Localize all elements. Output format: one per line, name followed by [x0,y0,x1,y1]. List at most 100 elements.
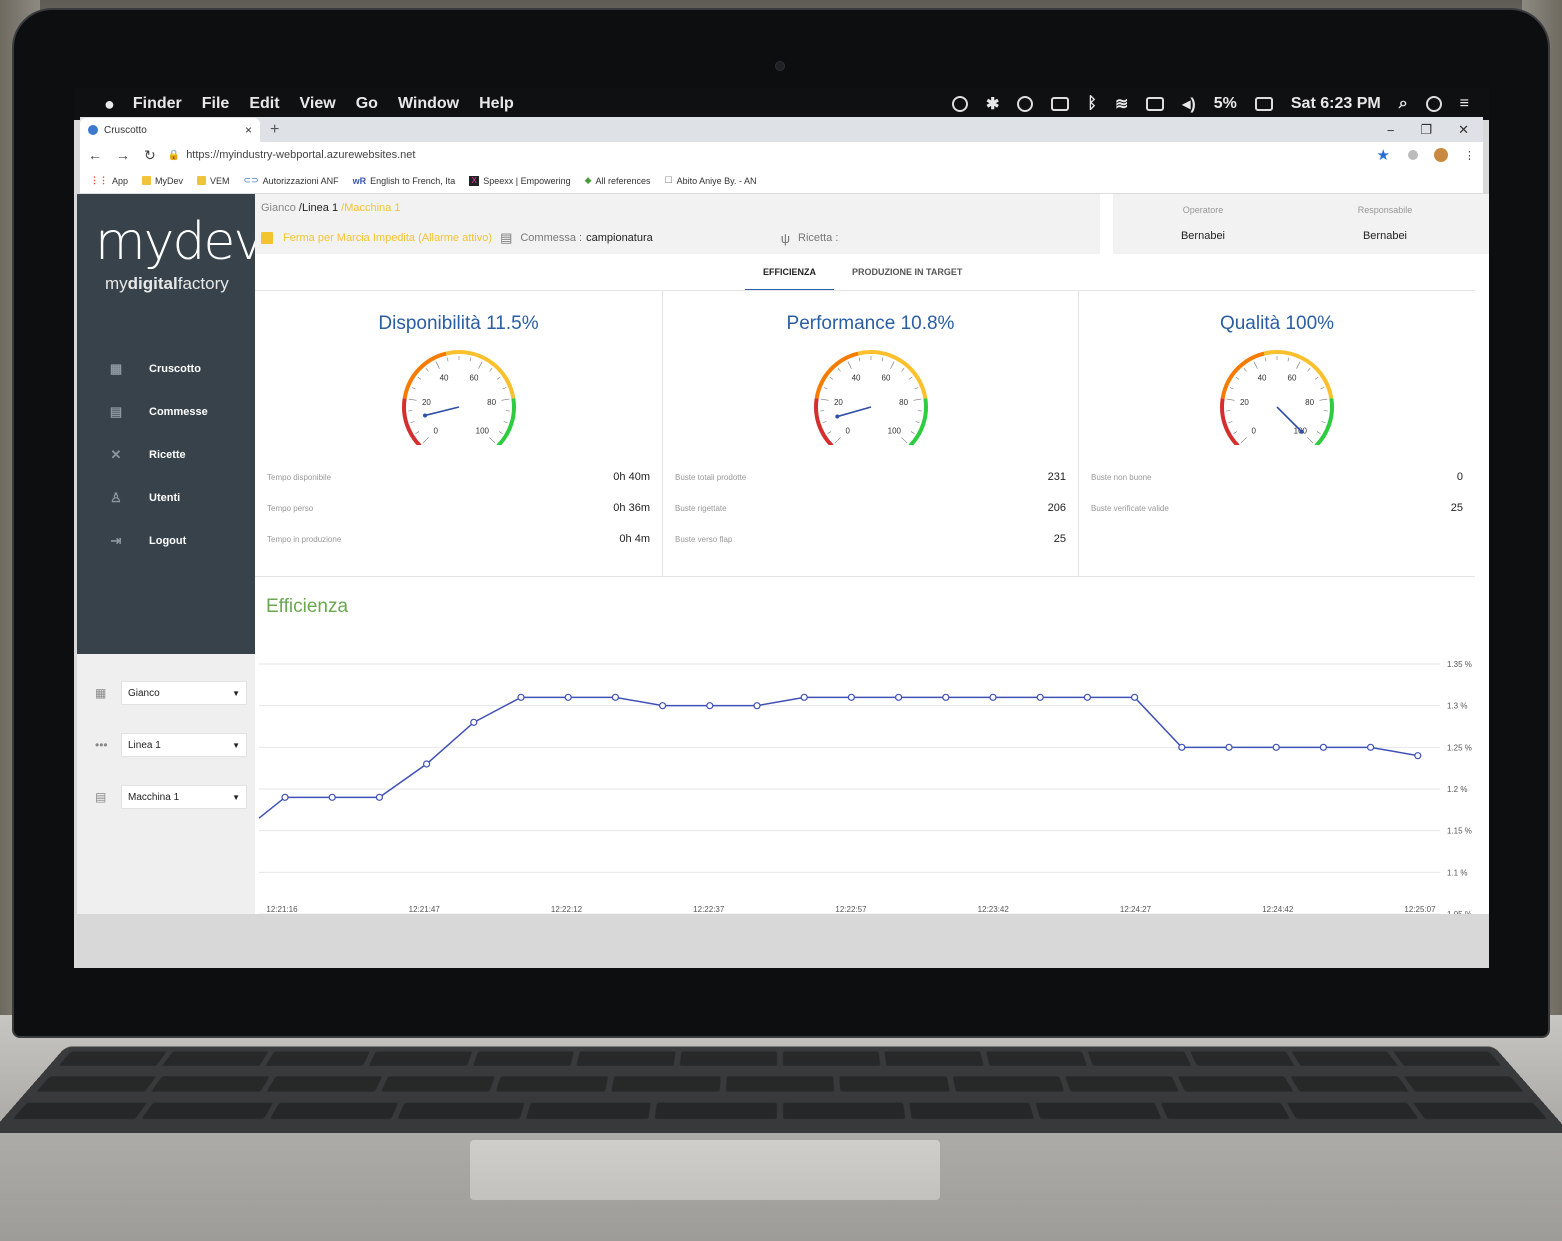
data-point[interactable] [894,693,903,701]
data-point[interactable] [942,693,950,701]
data-point[interactable] [800,693,808,701]
creative-cloud-icon[interactable] [1017,96,1034,112]
maximize-button[interactable]: ❐ [1420,122,1432,138]
logo[interactable]: mydev mydigitalfactory [95,216,264,294]
crumb-line[interactable]: /Linea 1 [299,202,338,214]
volume-icon[interactable]: ◂) [1182,94,1195,114]
bookmark-mydev[interactable]: MyDev [142,176,183,186]
minimize-button[interactable]: − [1387,123,1395,138]
sidebar-item-commesse[interactable]: ▤ Commesse [109,405,208,419]
data-point[interactable] [517,693,525,701]
data-point[interactable] [564,693,572,701]
drive-icon[interactable] [1051,97,1070,111]
machine-icon: ▤ [95,790,107,804]
wifi-icon[interactable]: ≋ [1115,94,1128,114]
data-point[interactable] [847,693,856,701]
siri-icon[interactable] [1425,96,1442,112]
airplay-icon[interactable] [1146,97,1165,111]
data-point[interactable] [706,702,714,710]
bluetooth-icon[interactable]: ᛒ [1087,95,1097,113]
select-line[interactable]: Linea 1 ▼ [121,733,247,757]
data-point[interactable] [611,693,619,701]
bookmark-references[interactable]: ◆ All references [585,175,651,186]
tab-close-icon[interactable]: × [245,123,252,137]
data-point[interactable] [753,702,761,710]
menu-go[interactable]: Go [356,95,378,113]
data-point[interactable] [375,793,384,801]
sidebar-item-utenti[interactable]: ♙ Utenti [109,491,180,505]
sidebar-item-cruscotto[interactable]: ▦ Cruscotto [109,362,201,376]
apple-icon[interactable]: ● [104,94,115,115]
gauge-arc-green [908,398,928,445]
menu-edit[interactable]: Edit [249,95,279,113]
menu-file[interactable]: File [202,95,230,113]
dropbox-icon[interactable]: ✱ [986,94,999,114]
menu-view[interactable]: View [300,95,336,113]
data-point[interactable] [1272,743,1280,751]
gauge-tick [1296,361,1301,369]
select-plant[interactable]: Gianco ▼ [121,681,247,705]
bookmark-anf[interactable]: ⊂⊃ Autorizzazioni ANF [244,175,339,186]
browser-tabbar: Cruscotto × + − ❐ ✕ [80,117,1483,142]
data-point[interactable] [1178,743,1186,751]
chevron-down-icon: ▼ [232,688,240,698]
select-machine[interactable]: Macchina 1 ▼ [121,785,247,809]
data-point[interactable] [1414,752,1422,760]
menu-help[interactable]: Help [479,95,514,113]
bookmark-star-icon[interactable]: ★ [1377,146,1390,164]
menu-finder[interactable]: Finder [133,95,182,113]
data-point[interactable] [1083,693,1092,701]
bookmark-abito[interactable]: ☐ Abito Aniye By. - AN [665,175,757,186]
kpi-row: Buste non buone 0 [1091,471,1463,483]
data-point[interactable] [659,702,667,710]
url-field[interactable]: 🔒 https://myindustry-webportal.azurewebs… [168,145,1377,165]
data-point[interactable] [423,760,431,768]
crumb-plant[interactable]: Gianco [261,202,296,214]
clock[interactable]: Sat 6:23 PM [1291,95,1381,113]
close-window-button[interactable]: ✕ [1458,122,1469,138]
data-point[interactable] [328,793,336,801]
sidebar-item-logout[interactable]: ⇥ Logout [109,534,187,548]
bookmark-vem[interactable]: VEM [197,176,230,186]
crumb-machine[interactable]: /Macchina 1 [341,202,400,214]
tab-produzione[interactable]: PRODUZIONE IN TARGET [834,262,980,291]
bookmark-app[interactable]: ⋮⋮ App [90,175,128,186]
gauge-tick [469,357,472,362]
extension-icon[interactable] [1408,150,1418,160]
menu-kebab-icon[interactable]: ⋮ [1464,149,1475,162]
sidebar-item-ricette[interactable]: ✕ Ricette [109,448,186,462]
gauge-tick-label: 40 [440,374,449,383]
data-point[interactable] [1225,743,1233,751]
gauge-tick [502,387,507,390]
menu-window[interactable]: Window [398,95,459,113]
gauge-arc-red [814,398,834,445]
gauge-tick [489,368,493,372]
data-point[interactable] [1036,693,1044,701]
new-tab-button[interactable]: + [260,118,289,142]
browser-tab[interactable]: Cruscotto × [80,118,260,142]
kpi-performance: Performance 10.8% 0 20 40 60 80 100 Buste tot… [663,291,1079,576]
bookmark-wordreference[interactable]: wR English to French, Ita [353,176,456,186]
gauge-tick [858,357,861,362]
gauge-needle [424,406,460,417]
notification-icon[interactable]: ≡ [1460,95,1469,113]
data-point[interactable] [1130,693,1139,701]
profile-avatar[interactable] [1434,148,1448,162]
y-tick-label: 1.3 % [1447,702,1467,711]
back-icon[interactable]: ← [88,147,102,164]
status-circle-icon[interactable] [951,96,968,112]
data-point[interactable] [1319,743,1328,751]
data-point[interactable] [281,793,289,801]
data-point[interactable] [989,693,997,701]
gauge-tick-label: 60 [1288,374,1297,383]
gauge-tick [822,421,827,424]
data-point[interactable] [1366,743,1375,751]
data-point[interactable] [470,718,478,726]
forward-icon[interactable]: → [116,147,130,164]
battery-text[interactable]: 5% [1214,95,1237,113]
bookmark-speexx[interactable]: X Speexx | Empowering [469,175,571,186]
spotlight-icon[interactable]: ⌕ [1399,95,1408,113]
tab-efficienza[interactable]: EFFICIENZA [745,262,834,291]
gauge-needle-tip [1299,429,1304,434]
reload-icon[interactable]: ↻ [144,147,156,164]
